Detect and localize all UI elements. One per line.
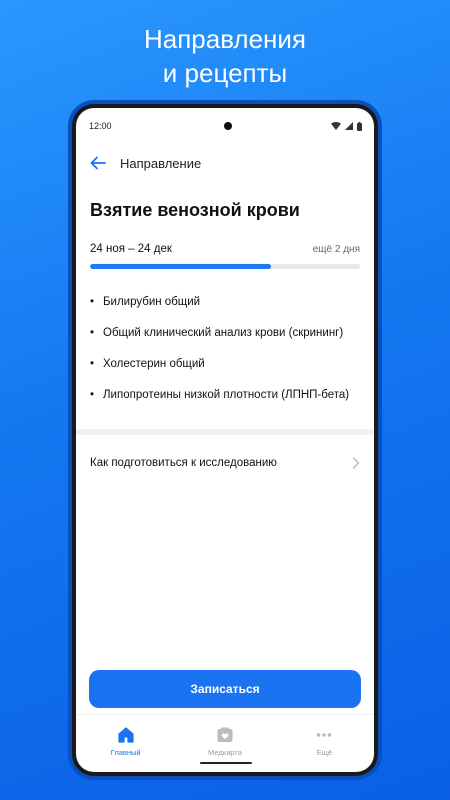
test-name: Билирубин общий bbox=[103, 296, 201, 308]
validity-period: 24 ноя – 24 дек bbox=[90, 243, 172, 255]
tab-more[interactable]: Ещё bbox=[275, 715, 374, 772]
status-icons bbox=[331, 121, 362, 131]
test-name: Холестерин общий bbox=[103, 358, 205, 370]
bullet: • bbox=[90, 358, 95, 370]
home-icon bbox=[116, 725, 136, 745]
days-remaining: ещё 2 дня bbox=[312, 244, 360, 255]
tests-list: • Билирубин общий • Общий клинический анал… bbox=[90, 293, 360, 405]
wifi-icon bbox=[331, 122, 341, 130]
book-appointment-button[interactable]: Записаться bbox=[89, 670, 361, 708]
medcard-icon bbox=[215, 725, 235, 745]
tab-medcard-label: Медкарта bbox=[208, 748, 242, 757]
list-item: • Билирубин общий bbox=[90, 293, 360, 312]
bullet: • bbox=[90, 327, 95, 339]
tab-home-label: Главный bbox=[110, 748, 141, 757]
phone-frame: 12:00 Направление Взятие венозной крови … bbox=[72, 104, 378, 776]
list-item: • Холестерин общий bbox=[90, 355, 360, 374]
more-icon bbox=[314, 725, 334, 745]
prep-instructions-link[interactable]: Как подготовиться к исследованию bbox=[76, 435, 374, 491]
app-bar: Направление bbox=[76, 144, 374, 182]
page-title: Взятие венозной крови bbox=[90, 200, 300, 220]
prep-instructions-label: Как подготовиться к исследованию bbox=[90, 457, 277, 469]
test-name: Липопротеины низкой плотности (ЛПНП-бета… bbox=[103, 389, 350, 401]
home-indicator bbox=[200, 762, 252, 764]
list-item: • Общий клинический анализ крови (скринин… bbox=[90, 324, 360, 343]
validity-progress-fill bbox=[90, 264, 271, 269]
promo-line-2: и рецепты bbox=[162, 58, 288, 88]
app-bar-title: Направление bbox=[120, 155, 202, 171]
period-row: 24 ноя – 24 дек ещё 2 дня bbox=[90, 243, 360, 255]
battery-icon bbox=[357, 121, 362, 131]
camera-cutout bbox=[224, 122, 232, 130]
bullet: • bbox=[90, 296, 95, 308]
list-item: • Липопротеины низкой плотности (ЛПНП-бет… bbox=[90, 386, 360, 405]
tab-home[interactable]: Главный bbox=[76, 715, 175, 772]
cellular-icon bbox=[345, 122, 353, 130]
back-arrow-icon[interactable] bbox=[90, 154, 108, 172]
bullet: • bbox=[90, 389, 95, 401]
promo-headline: Направления и рецепты bbox=[0, 22, 450, 90]
app-screen: 12:00 Направление Взятие венозной крови … bbox=[76, 108, 374, 772]
validity-progress-bar bbox=[90, 264, 360, 269]
promo-line-1: Направления bbox=[143, 24, 307, 54]
chevron-right-icon bbox=[352, 457, 360, 469]
test-name: Общий клинический анализ крови (скрининг… bbox=[103, 327, 344, 339]
status-time: 12:00 bbox=[89, 121, 112, 131]
tab-more-label: Ещё bbox=[316, 748, 332, 757]
